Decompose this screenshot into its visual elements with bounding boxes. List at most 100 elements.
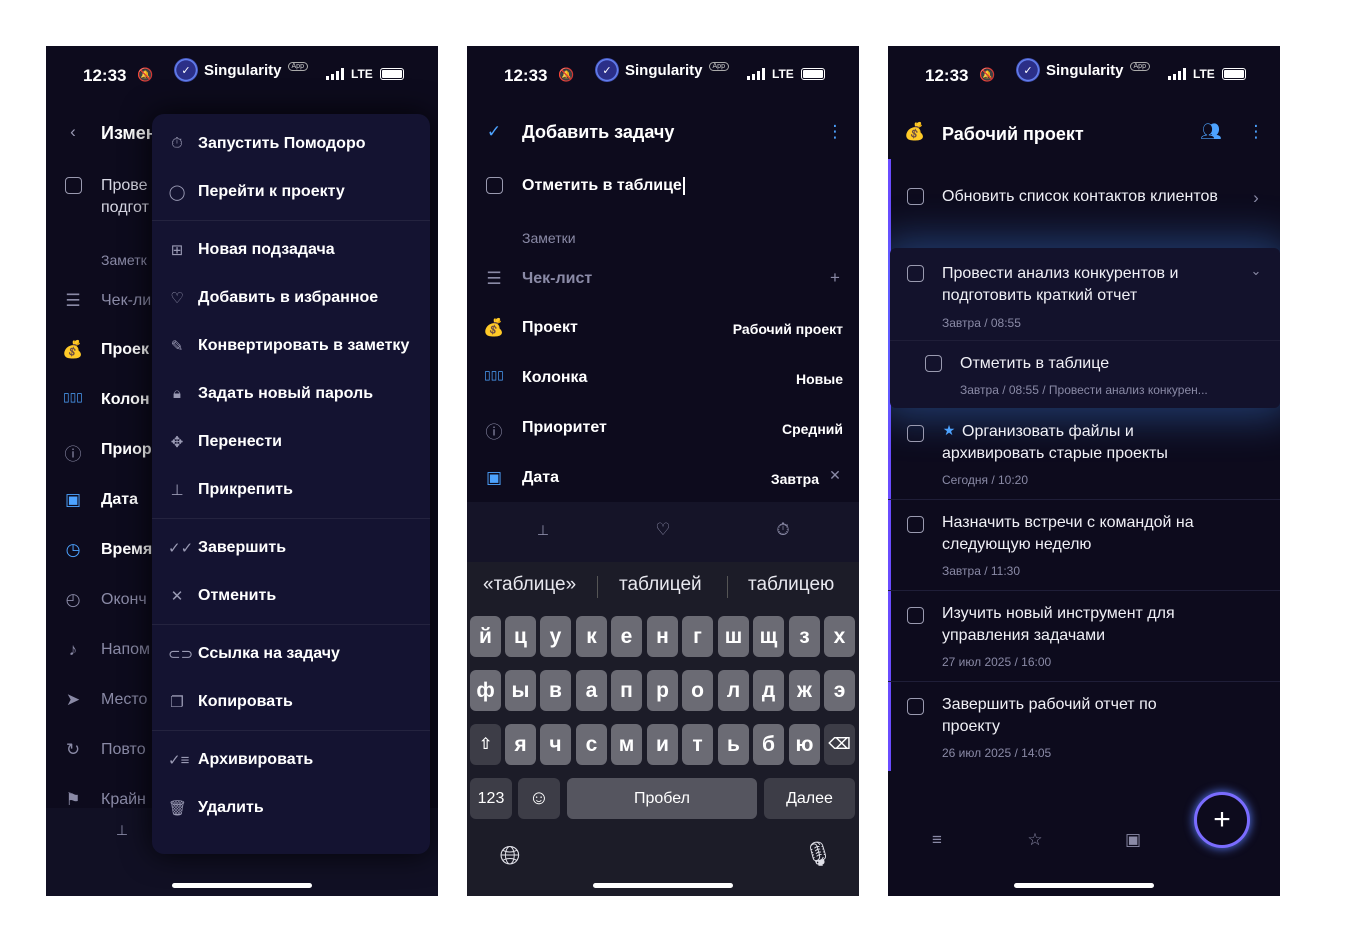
task-checkbox[interactable] (65, 177, 82, 194)
key[interactable]: к (576, 616, 607, 657)
field-column[interactable]: Колон (101, 391, 150, 409)
key[interactable]: и (647, 724, 678, 765)
menu-item-delete[interactable]: 🗑︎ Удалить (152, 788, 430, 828)
key[interactable]: й (470, 616, 501, 657)
suggestion-3[interactable]: таблицею (748, 574, 834, 596)
field-priority[interactable]: Приор (101, 441, 152, 459)
task-item[interactable]: ★ Организовать файлы и архивировать стар… (888, 416, 1280, 500)
key[interactable]: ь (718, 724, 749, 765)
menu-item-link[interactable]: ⊂⊃ Ссылка на задачу (152, 634, 430, 674)
key[interactable]: р (647, 670, 678, 711)
pin-toolbar-icon[interactable]: ⊥ (111, 822, 133, 839)
key[interactable]: щ (753, 616, 784, 657)
chevron-down-icon[interactable]: ⌄ (1245, 263, 1267, 279)
more-vertical-icon[interactable]: ⋮ (824, 122, 846, 142)
key[interactable]: б (753, 724, 784, 765)
field-priority-label[interactable]: Приоритет (522, 419, 607, 437)
key[interactable]: ф (470, 670, 501, 711)
task-item[interactable]: Провести анализ конкурентов и подготовит… (888, 248, 1280, 340)
field-checklist[interactable]: Чек-лист (522, 270, 592, 288)
menu-item-copy[interactable]: ❐ Копировать (152, 682, 430, 722)
menu-item-password[interactable]: 🔒︎ Задать новый пароль (152, 374, 430, 414)
key[interactable]: в (540, 670, 571, 711)
microphone-icon[interactable]: 🎙︎ (803, 840, 833, 869)
task-item[interactable]: Изучить новый инструмент для управления … (888, 598, 1280, 682)
menu-item-subtask[interactable]: ⊞ Новая подзадача (152, 230, 430, 270)
field-checklist[interactable]: Чек-ли (101, 292, 151, 310)
menu-icon[interactable]: ≡ (926, 830, 948, 850)
field-date-value[interactable]: Завтра (771, 471, 819, 487)
key[interactable]: ю (789, 724, 820, 765)
add-plus-icon[interactable]: + (824, 268, 846, 288)
task-checkbox[interactable] (907, 698, 924, 715)
clear-date-icon[interactable]: ✕ (824, 467, 846, 484)
field-project-label[interactable]: Проект (522, 319, 578, 337)
field-column-label[interactable]: Колонка (522, 369, 587, 387)
field-date[interactable]: Дата (101, 491, 138, 509)
key[interactable]: х (824, 616, 855, 657)
notes-input[interactable]: Заметки (522, 230, 576, 246)
menu-item-pin[interactable]: ⊥ Прикрепить (152, 470, 430, 510)
back-chevron-icon[interactable]: ‹ (62, 122, 84, 142)
add-task-fab-button[interactable]: + (1194, 792, 1250, 848)
task-title-input[interactable]: Отметить в таблице (522, 177, 685, 195)
subtask-item[interactable]: Отметить в таблице Завтра / 08:55 / Пров… (888, 342, 1280, 406)
next-key[interactable]: Далее (764, 778, 855, 819)
key[interactable]: о (682, 670, 713, 711)
key[interactable]: п (611, 670, 642, 711)
add-user-icon[interactable]: 👥︎ (1200, 122, 1222, 142)
key[interactable]: з (789, 616, 820, 657)
task-checkbox[interactable] (907, 425, 924, 442)
key[interactable]: г (682, 616, 713, 657)
task-item[interactable]: Обновить список контактов клиентов › (888, 176, 1280, 248)
field-repeat[interactable]: Повто (101, 741, 146, 759)
suggestion-2[interactable]: таблицей (619, 574, 702, 596)
field-priority-value[interactable]: Средний (782, 421, 843, 437)
emoji-key-icon[interactable]: ☺ (518, 778, 560, 819)
task-checkbox[interactable] (907, 188, 924, 205)
key[interactable]: ц (505, 616, 536, 657)
task-item[interactable]: Завершить рабочий отчет по проекту 26 ию… (888, 689, 1280, 773)
task-checkbox[interactable] (907, 516, 924, 533)
key[interactable]: у (540, 616, 571, 657)
heart-icon[interactable]: ♡ (652, 520, 674, 540)
key[interactable]: с (576, 724, 607, 765)
key[interactable]: м (611, 724, 642, 765)
key[interactable]: ш (718, 616, 749, 657)
field-project-value[interactable]: Рабочий проект (733, 321, 843, 337)
menu-item-go-project[interactable]: ◯ Перейти к проекту (152, 172, 430, 212)
menu-item-cancel[interactable]: ✕ Отменить (152, 576, 430, 616)
confirm-check-icon[interactable]: ✓ (483, 122, 505, 142)
more-vertical-icon[interactable]: ⋮ (1245, 122, 1267, 142)
key[interactable]: а (576, 670, 607, 711)
star-outline-icon[interactable]: ☆ (1024, 830, 1046, 850)
key[interactable]: н (647, 616, 678, 657)
shift-key-icon[interactable]: ⇧ (470, 724, 501, 765)
key[interactable]: я (505, 724, 536, 765)
field-time[interactable]: Время (101, 541, 152, 559)
key[interactable]: е (611, 616, 642, 657)
menu-item-favorite[interactable]: ♡ Добавить в избранное (152, 278, 430, 318)
key[interactable]: ч (540, 724, 571, 765)
task-checkbox[interactable] (907, 265, 924, 282)
field-project[interactable]: Проек (101, 341, 149, 359)
key[interactable]: л (718, 670, 749, 711)
task-checkbox[interactable] (907, 607, 924, 624)
key[interactable]: ж (789, 670, 820, 711)
calendar-icon[interactable]: ▣ (1122, 830, 1144, 850)
task-item[interactable]: Назначить встречи с командой на следующу… (888, 507, 1280, 591)
field-reminder[interactable]: Напом (101, 641, 150, 659)
key[interactable]: э (824, 670, 855, 711)
globe-icon[interactable]: 🌐︎ (495, 840, 525, 872)
numbers-key[interactable]: 123 (470, 778, 512, 819)
subtask-checkbox[interactable] (925, 355, 942, 372)
menu-item-complete[interactable]: ✓✓ Завершить (152, 528, 430, 568)
menu-item-archive[interactable]: ✓≡ Архивировать (152, 740, 430, 780)
space-key[interactable]: Пробел (567, 778, 757, 819)
field-date-label[interactable]: Дата (522, 469, 559, 487)
field-deadline[interactable]: Крайн (101, 791, 146, 809)
pin-icon[interactable]: ⊥ (532, 522, 554, 539)
backspace-key-icon[interactable]: ⌫ (824, 724, 855, 765)
menu-item-convert-note[interactable]: ✎ Конвертировать в заметку (152, 326, 430, 366)
key[interactable]: ы (505, 670, 536, 711)
